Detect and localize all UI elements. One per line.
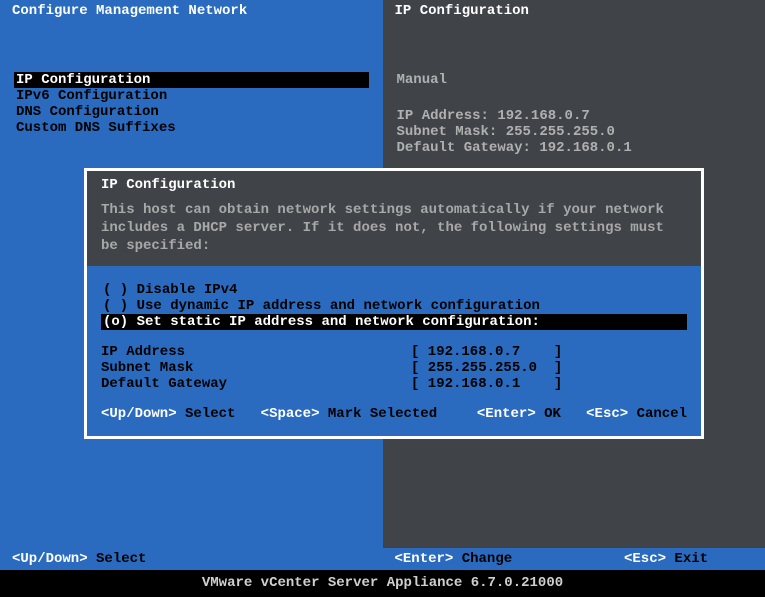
bottom-esc-act: Exit — [674, 551, 708, 567]
radio-static-ip[interactable]: (o) Set static IP address and network co… — [101, 314, 687, 330]
screen-title-right: IP Configuration — [383, 0, 765, 22]
bottom-updown-act: Select — [96, 551, 146, 567]
info-mode: Manual — [397, 72, 752, 88]
bottom-esc-key: <Esc> — [624, 551, 666, 567]
dialog-description: This host can obtain network settings au… — [87, 199, 701, 266]
bottom-enter-act: Change — [462, 551, 512, 567]
top-bar: Configure Management Network IP Configur… — [0, 0, 765, 22]
hint-enter-key: <Enter> — [477, 406, 536, 422]
bottom-updown-key: <Up/Down> — [12, 551, 88, 567]
radio-disable-ipv4[interactable]: ( ) Disable IPv4 — [101, 282, 687, 298]
hint-esc-act: Cancel — [637, 406, 687, 422]
hint-updown-act: Select — [185, 406, 235, 422]
menu-item-ip-config[interactable]: IP Configuration — [14, 72, 369, 88]
bottom-enter-key: <Enter> — [395, 551, 454, 567]
screen-title-left: Configure Management Network — [0, 0, 383, 22]
field-default-gateway[interactable]: Default Gateway [ 192.168.0.1 ] — [101, 376, 687, 392]
main-area: IP Configuration IPv6 Configuration DNS … — [0, 22, 765, 548]
bottom-hint-bar: <Up/Down> Select <Enter> Change <Esc> Ex… — [0, 548, 765, 570]
info-gateway: Default Gateway: 192.168.0.1 — [397, 140, 752, 156]
field-ip-address[interactable]: IP Address [ 192.168.0.7 ] — [101, 344, 687, 360]
dialog-body: ( ) Disable IPv4 ( ) Use dynamic IP addr… — [87, 266, 701, 436]
menu-item-dns-config[interactable]: DNS Configuration — [14, 104, 369, 120]
hint-enter-act: OK — [544, 406, 561, 422]
field-subnet-mask[interactable]: Subnet Mask [ 255.255.255.0 ] — [101, 360, 687, 376]
hint-space-key: <Space> — [261, 406, 320, 422]
hint-updown-key: <Up/Down> — [101, 406, 177, 422]
menu-item-dns-suffixes[interactable]: Custom DNS Suffixes — [14, 120, 369, 136]
hint-esc-key: <Esc> — [586, 406, 628, 422]
dialog-title: IP Configuration — [87, 171, 701, 199]
ip-config-dialog: IP Configuration This host can obtain ne… — [84, 168, 704, 439]
info-mask: Subnet Mask: 255.255.255.0 — [397, 124, 752, 140]
menu-item-ipv6-config[interactable]: IPv6 Configuration — [14, 88, 369, 104]
radio-dynamic-ip[interactable]: ( ) Use dynamic IP address and network c… — [101, 298, 687, 314]
dialog-hints: <Up/Down> Select <Space> Mark Selected <… — [101, 406, 687, 422]
hint-space-act: Mark Selected — [328, 406, 437, 422]
info-ip: IP Address: 192.168.0.7 — [397, 108, 752, 124]
product-footer: VMware vCenter Server Appliance 6.7.0.21… — [0, 570, 765, 597]
